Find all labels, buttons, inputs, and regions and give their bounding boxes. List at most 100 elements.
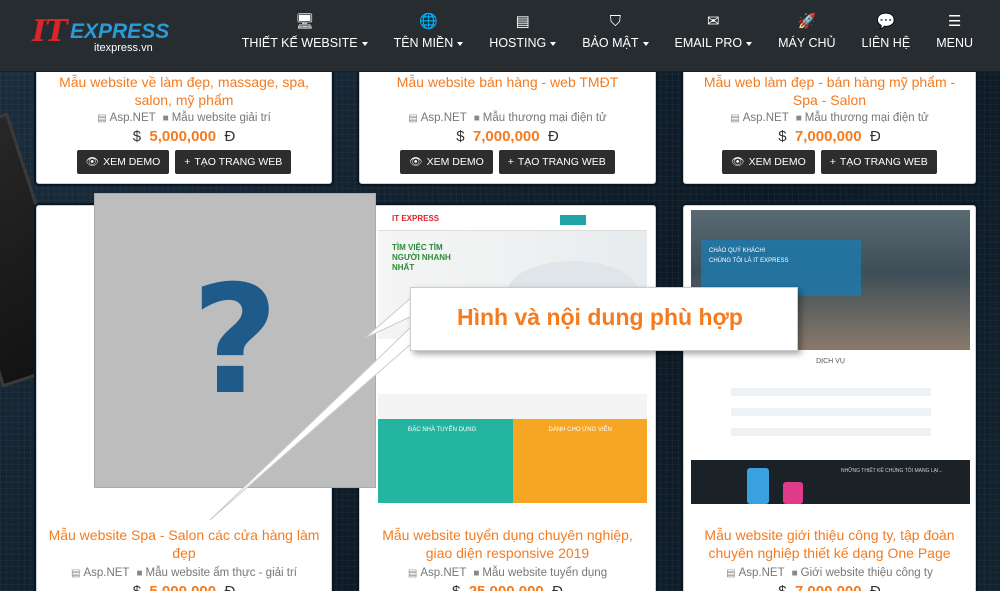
- nav-item-liên-hệ[interactable]: 💬 LIÊN HỆ: [849, 12, 924, 50]
- thumb-nav: IT EXPRESS: [378, 209, 647, 231]
- card-category[interactable]: Mẫu website tuyển dụng: [482, 567, 607, 579]
- thumb-section-title: DỊCH VỤ: [816, 358, 845, 365]
- server-icon: ▤: [726, 568, 736, 579]
- card-category[interactable]: Giới website thiệu công ty: [801, 567, 933, 579]
- price-value: 7,000,000: [472, 128, 540, 145]
- price-value: 5,000,000: [149, 583, 216, 591]
- server-icon: ▤: [97, 113, 107, 124]
- card-thumbnail[interactable]: CHÀO QUÝ KHÁCH! CHÚNG TÔI LÀ IT EXPRESS …: [691, 210, 970, 504]
- eye-icon: 👁: [731, 156, 745, 168]
- card-thumbnail[interactable]: IT EXPRESS TÌM VIỆC TÌM NGƯỜI NHANH NHẤT…: [378, 209, 647, 503]
- card-price: $ 25,000,000 Đ: [360, 583, 655, 591]
- chevron-down-icon: [457, 41, 464, 46]
- server-icon: ▤: [515, 13, 530, 30]
- card-buttons: 👁 XEM DEMO + TẠO TRANG WEB: [360, 150, 655, 174]
- hamburger-icon: ☰: [947, 13, 962, 30]
- thumb-band-left-text: ĐẶC NHÀ TUYỂN DỤNG: [408, 427, 477, 433]
- thumb-nav-button: [560, 215, 586, 225]
- view-demo-button[interactable]: 👁 XEM DEMO: [400, 150, 493, 174]
- nav-item-email-pro[interactable]: ✉ EMAIL PRO: [662, 12, 766, 50]
- logo-it: IT: [32, 14, 67, 49]
- card-category[interactable]: Mẫu thương mại điện tử: [805, 112, 929, 124]
- card-title[interactable]: Mẫu website bán hàng - web TMĐT: [368, 73, 647, 91]
- card-tech: Asp.NET: [420, 567, 467, 579]
- card-meta: ▤ Asp.NET ■ Mẫu thương mại điện tử: [684, 112, 975, 124]
- nav-item-máy-chủ[interactable]: 🚀 MÁY CHỦ: [765, 12, 848, 50]
- price-currency: Đ: [224, 583, 235, 591]
- card-price: $ 5,000,000 Đ: [37, 583, 331, 591]
- main-nav: 🖥 THIẾT KẾ WEBSITE 🌐 TÊN MIỀN ▤ HOSTING ⛉ BẢO M…: [229, 12, 986, 50]
- nav-item-tên-miền[interactable]: 🌐 TÊN MIỀN: [381, 12, 477, 50]
- card-buttons: 👁 XEM DEMO + TẠO TRANG WEB: [37, 150, 331, 174]
- nav-item-label-wrap: THIẾT KẾ WEBSITE: [242, 36, 368, 50]
- nav-item-label: BẢO MẬT: [582, 36, 639, 50]
- nav-item-label-wrap: TÊN MIỀN: [394, 36, 464, 50]
- thumb-services: [731, 388, 931, 436]
- price-value: 7,000,000: [795, 583, 862, 591]
- eye-icon: 👁: [85, 156, 100, 168]
- folder-icon: ■: [136, 568, 143, 579]
- card-title[interactable]: Mẫu website giới thiệu công ty, tập đoàn…: [692, 526, 967, 562]
- card-title[interactable]: Mẫu website tuyển dụng chuyên nghiệp, gi…: [368, 526, 647, 562]
- thumb-hero-line2: CHÚNG TÔI LÀ IT EXPRESS: [709, 258, 789, 264]
- nav-item-label: TÊN MIỀN: [393, 36, 454, 50]
- nav-item-label: HOSTING: [489, 36, 547, 50]
- nav-item-bảo-mật[interactable]: ⛉ BẢO MẬT: [569, 12, 661, 50]
- thumb-phone-2: [783, 482, 803, 504]
- create-site-label: TẠO TRANG WEB: [839, 156, 928, 168]
- folder-icon: ■: [473, 113, 480, 124]
- site-logo[interactable]: IT EXPRESS itexpress.vn: [32, 14, 169, 58]
- card-title[interactable]: Mẫu website Spa - Salon các cửa hàng làm…: [45, 526, 323, 562]
- card-category[interactable]: Mẫu website giải trí: [172, 112, 271, 124]
- server-icon: ▤: [70, 568, 81, 579]
- product-card: Mẫu website về làm đẹp, massage, spa, sa…: [36, 60, 332, 184]
- card-category[interactable]: Mẫu website ẩm thực - giải trí: [146, 567, 298, 579]
- nav-item-menu[interactable]: ☰ MENU: [923, 12, 986, 50]
- card-title[interactable]: Mẫu website về làm đẹp, massage, spa, sa…: [45, 73, 323, 109]
- view-demo-label: XEM DEMO: [748, 156, 806, 168]
- chevron-down-icon: [642, 41, 649, 46]
- shield-icon: ⛉: [609, 13, 622, 30]
- nav-item-label: LIÊN HỆ: [861, 36, 911, 50]
- price-value: 25,000,000: [469, 583, 544, 591]
- view-demo-button[interactable]: 👁 XEM DEMO: [76, 150, 170, 174]
- thumb-band-left: ĐẶC NHÀ TUYỂN DỤNG: [378, 419, 513, 503]
- price-symbol: $: [132, 128, 142, 145]
- card-tech: Asp.NET: [109, 112, 156, 124]
- price-symbol: $: [778, 583, 786, 591]
- price-currency: Đ: [552, 583, 563, 591]
- chevron-down-icon: [361, 41, 368, 46]
- thumb-band-right: DÀNH CHO ỨNG VIÊN: [512, 419, 647, 503]
- folder-icon: ■: [162, 113, 169, 124]
- price-currency: Đ: [869, 128, 881, 145]
- nav-item-thiết-kế-website[interactable]: 🖥 THIẾT KẾ WEBSITE: [229, 12, 381, 50]
- product-card: CHÀO QUÝ KHÁCH! CHÚNG TÔI LÀ IT EXPRESS …: [683, 205, 976, 591]
- view-demo-button[interactable]: 👁 XEM DEMO: [722, 150, 815, 174]
- card-price: $ 7,000,000 Đ: [360, 128, 655, 145]
- card-meta: ▤ Asp.NET ■ Mẫu thương mại điện tử: [360, 112, 655, 124]
- thumb-logo: IT EXPRESS: [392, 214, 440, 223]
- create-site-button[interactable]: + TẠO TRANG WEB: [820, 150, 937, 174]
- image-placeholder: ?: [94, 193, 376, 488]
- thumb-band-right-text: DÀNH CHO ỨNG VIÊN: [548, 427, 612, 433]
- card-category[interactable]: Mẫu thương mại điện tử: [483, 112, 607, 124]
- card-tech: Asp.NET: [742, 112, 789, 124]
- nav-item-label: THIẾT KẾ WEBSITE: [241, 36, 358, 50]
- chat-icon: 💬: [876, 13, 896, 30]
- nav-item-hosting[interactable]: ▤ HOSTING: [476, 12, 569, 50]
- question-mark-icon: ?: [191, 253, 279, 428]
- create-site-button[interactable]: + TẠO TRANG WEB: [175, 150, 292, 174]
- chevron-down-icon: [746, 41, 753, 46]
- card-price: $ 7,000,000 Đ: [684, 128, 975, 145]
- nav-item-label: MÁY CHỦ: [778, 36, 836, 50]
- create-site-label: TẠO TRANG WEB: [194, 156, 283, 168]
- card-tech: Asp.NET: [420, 112, 467, 124]
- plus-icon: +: [829, 156, 836, 168]
- card-title[interactable]: Mẫu web làm đẹp - bán hàng mỹ phẩm - Spa…: [692, 73, 967, 109]
- price-currency: Đ: [547, 128, 559, 145]
- create-site-button[interactable]: + TẠO TRANG WEB: [498, 150, 615, 174]
- globe-icon: 🌐: [419, 13, 438, 30]
- folder-icon: ■: [791, 568, 798, 579]
- callout-box: Hình và nội dung phù hợp: [410, 287, 798, 351]
- create-site-label: TẠO TRANG WEB: [517, 156, 606, 168]
